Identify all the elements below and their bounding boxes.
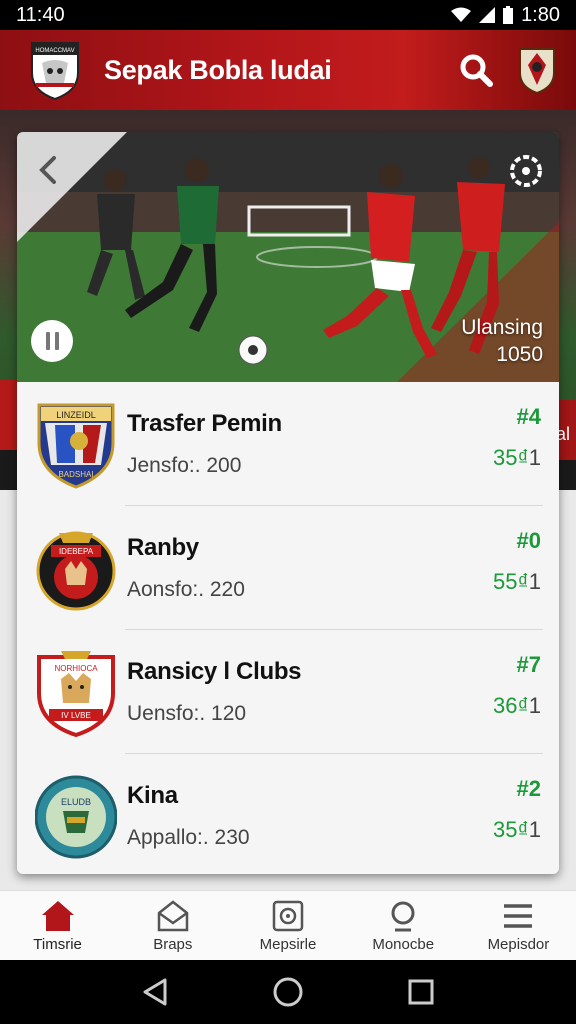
hero-caption: Ulansing 1050 [461,314,543,368]
pause-bar-right [54,332,59,350]
club-rank: #4 [516,404,541,429]
club-stats: #0 55₫1 [493,528,541,595]
club-score: 55₫1 [493,569,541,595]
menu-icon [504,903,533,928]
club-score: 35₫1 [493,817,541,843]
list-item[interactable]: IDEBEPA Ranby Aonsfo:. 220 #0 55₫1 [17,506,559,630]
club-rank: #7 [516,652,541,677]
list-item[interactable]: LINZEIDL BADSHAI Trasfer Pemin Jensfo:. … [17,382,559,506]
club-logo: ELUDB [35,775,117,859]
club-logo: IDEBEPA [36,531,116,611]
nav-label: Mepisdor [487,935,550,953]
bottom-nav: Timsrie Braps Mepsirle Monocbe Mepisdor [0,890,576,960]
club-stats: #7 36₫1 [493,652,541,719]
hero-caption-line1: Ulansing [461,316,543,339]
hero-banner[interactable]: Ulansing 1050 [17,132,559,382]
list-item[interactable]: NORHIOCA IV LVBE Ransicy l Clubs Uensfo:… [17,630,559,754]
nav-label: Braps [153,935,193,953]
club-logo-bottom: BADSHAI [58,470,93,479]
club-score-main: 35₫ [492,445,529,470]
status-time: 11:40 [16,3,65,26]
club-score-tail: 1 [528,817,541,842]
list-item[interactable]: ELUDB Kina Appallo:. 230 #2 35₫1 [17,754,559,874]
status-bar: 11:40 1:80 [0,0,576,30]
back-button[interactable] [31,150,65,190]
club-score-main: 55₫ [492,569,529,594]
club-rank: #0 [516,528,541,553]
club-score-tail: 1 [528,569,541,594]
club-list: LINZEIDL BADSHAI Trasfer Pemin Jensfo:. … [17,382,559,874]
inbox-icon [157,899,189,931]
club-logo-text: LINZEIDL [56,410,96,420]
club-score-main: 36₫ [492,693,529,718]
club-score-main: 35₫ [492,817,529,842]
nav-item-monocbe[interactable]: Monocbe [346,891,461,960]
nav-item-mepisdor[interactable]: Mepisdor [461,891,576,960]
recents-square-icon[interactable] [407,978,435,1006]
profile-badge[interactable] [516,45,558,95]
search-button[interactable] [456,50,496,90]
background-red-strip-left [0,380,18,450]
app-logo-text: HOMACCMAV [35,48,74,54]
status-icons: 1:80 [451,4,560,27]
nav-item-mepsirle[interactable]: Mepsirle [230,891,345,960]
home-circle-icon[interactable] [272,976,304,1008]
system-nav-bar [0,960,576,1024]
gear-icon[interactable] [507,152,545,190]
app-title: Sepak Bobla ludai [104,54,332,85]
club-logo: NORHIOCA IV LVBE [37,651,115,737]
wifi-icon [451,7,472,22]
nav-label: Timsrie [33,935,82,953]
search-icon [460,54,493,87]
search-icon [391,901,415,931]
chevron-left-icon [39,156,56,184]
club-logo-text: IDEBEPA [59,547,94,556]
club-logo-text: ELUDB [61,797,91,807]
club-score: 36₫1 [493,693,541,719]
nav-label: Mepsirle [259,935,317,953]
home-icon [41,900,74,931]
club-score-tail: 1 [528,445,541,470]
back-triangle-icon[interactable] [141,977,169,1007]
club-rank: #2 [516,776,541,801]
app-logo: HOMACCMAV [31,42,79,101]
app-bar: HOMACCMAV Sepak Bobla ludai [0,30,576,110]
pause-button[interactable] [31,320,73,362]
signal-icon [479,7,496,23]
club-stats: #2 35₫1 [493,776,541,843]
club-score-tail: 1 [528,693,541,718]
club-logo: LINZEIDL BADSHAI [37,403,115,489]
nav-label: Monocbe [372,935,435,953]
hero-caption-line2: 1050 [496,343,543,366]
status-clock-right: 1:80 [521,3,560,26]
club-logo-bottom: IV LVBE [61,711,91,720]
pause-bar-left [45,332,50,350]
main-card: Ulansing 1050 LINZEIDL BADSHAI Trasfer P… [17,132,559,874]
film-icon [272,900,304,931]
nav-item-home[interactable]: Timsrie [0,891,115,960]
nav-item-braps[interactable]: Braps [115,891,230,960]
club-score: 35₫1 [493,445,541,471]
club-logo-text: NORHIOCA [54,664,98,673]
club-stats: #4 35₫1 [493,404,541,471]
battery-icon [503,6,514,24]
